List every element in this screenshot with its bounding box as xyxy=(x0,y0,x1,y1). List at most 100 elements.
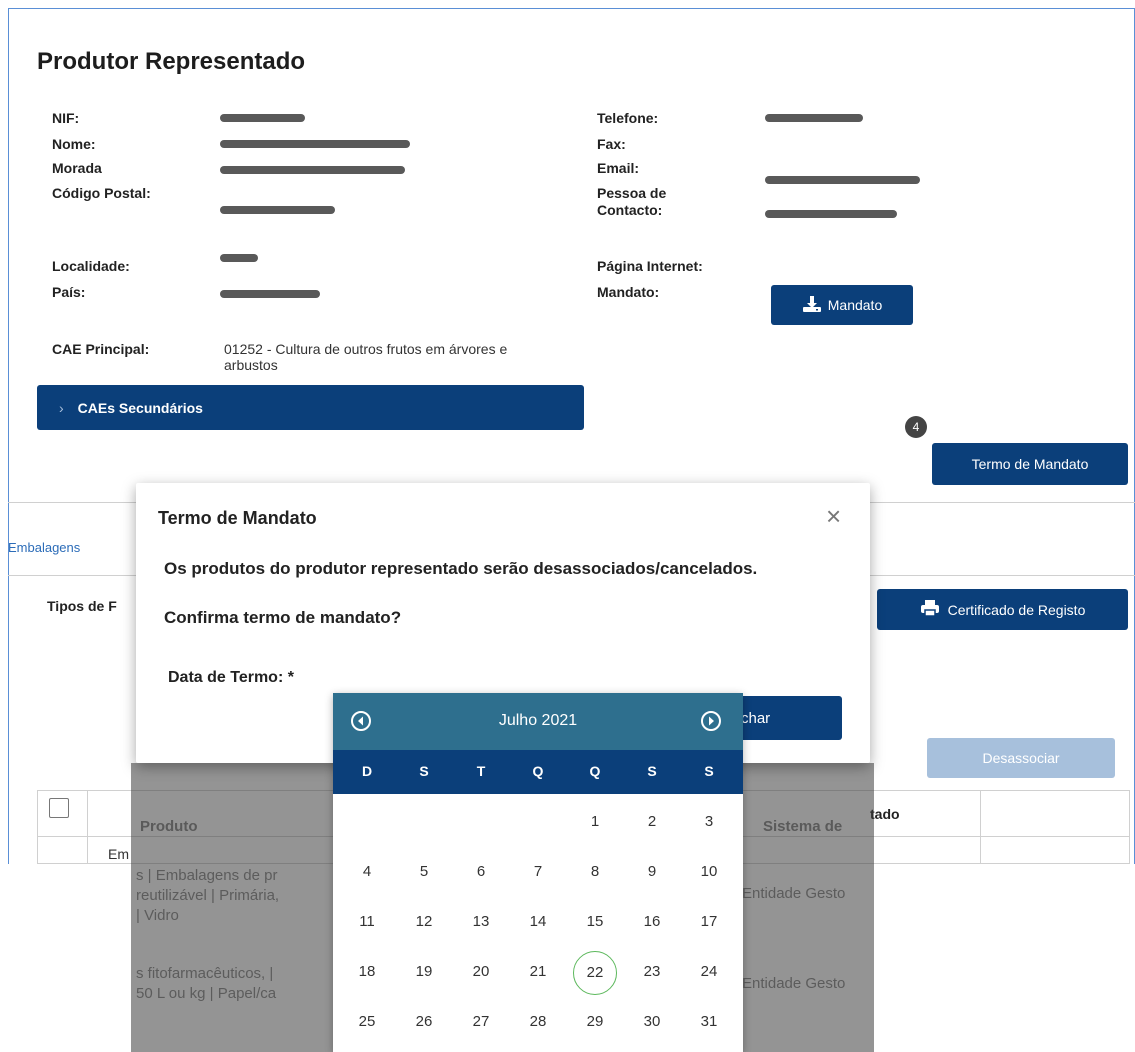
calendar-day[interactable]: 4 xyxy=(338,863,396,880)
row1-product: s | Embalagens de pr reutilizável | Prim… xyxy=(136,866,279,926)
nif-label: NIF: xyxy=(52,110,80,126)
row2-product: s fitofarmacêuticos, | 50 L ou kg | Pape… xyxy=(136,964,276,1004)
weekday-label: Q xyxy=(532,763,544,779)
calendar-day[interactable]: 20 xyxy=(452,963,510,980)
row1-product-line: reutilizável | Primária, xyxy=(136,887,280,904)
calendar-day[interactable]: 1 xyxy=(566,813,624,830)
date-picker: Julho 2021 DSTQQSS 1 2 3 4 5 6 7 8 9 10 11 12 13 14 15… xyxy=(333,693,743,1052)
calendar-day[interactable]: 31 xyxy=(680,1013,738,1030)
calendar-day[interactable]: 10 xyxy=(680,863,738,880)
calendar-header: Julho 2021 xyxy=(333,693,743,750)
row1-product-line: s | Embalagens de pr xyxy=(136,867,278,884)
nome-value-redacted xyxy=(220,140,410,148)
calendar-day[interactable]: 9 xyxy=(623,863,681,880)
page-title: Produtor Representado xyxy=(37,48,306,75)
morada-value-redacted xyxy=(220,166,405,174)
certificado-registo-button[interactable]: Certificado de Registo xyxy=(877,589,1128,630)
mandato-download-button[interactable]: Mandato xyxy=(771,285,913,325)
calendar-day[interactable]: 19 xyxy=(395,963,453,980)
desassociar-button[interactable]: Desassociar xyxy=(927,738,1115,778)
telefone-label: Telefone: xyxy=(597,110,659,126)
row2-product-line: 50 L ou kg | Papel/ca xyxy=(136,985,277,1002)
calendar-day[interactable]: 11 xyxy=(338,913,396,930)
calendar-day[interactable]: 8 xyxy=(566,863,624,880)
weekday-label: S xyxy=(647,763,657,779)
localidade-label: Localidade: xyxy=(52,258,130,274)
data-termo-label: Data de Termo: * xyxy=(168,669,294,686)
calendar-day[interactable]: 2 xyxy=(623,813,681,830)
pessoa-contacto-value-redacted xyxy=(765,210,897,218)
tab-embalagens[interactable]: Embalagens xyxy=(8,540,80,555)
row1-sistema: Entidade Gesto xyxy=(742,885,846,902)
calendar-day[interactable]: 15 xyxy=(566,913,624,930)
table-col-divider xyxy=(87,790,88,864)
row2-sistema: Entidade Gesto xyxy=(742,975,846,992)
chevron-right-icon: › xyxy=(59,399,64,416)
download-icon xyxy=(802,295,822,316)
row1-prefix: Em xyxy=(108,846,129,862)
weekday-label: T xyxy=(476,763,486,779)
calendar-day[interactable]: 28 xyxy=(509,1013,567,1030)
nif-value-redacted xyxy=(220,114,305,122)
tipos-label: Tipos de F xyxy=(47,598,117,614)
next-month-icon[interactable] xyxy=(701,711,721,731)
weekday-header: DSTQQSS xyxy=(333,750,743,794)
calendar-day[interactable]: 25 xyxy=(338,1013,396,1030)
pais-value-redacted xyxy=(220,290,320,298)
calendar-day[interactable]: 27 xyxy=(452,1013,510,1030)
calendar-day[interactable]: 5 xyxy=(395,863,453,880)
weekday-label: S xyxy=(704,763,714,779)
telefone-value-redacted xyxy=(765,114,863,122)
calendar-day[interactable]: 6 xyxy=(452,863,510,880)
produto-column-header: Produto xyxy=(140,818,198,835)
row2-product-line: s fitofarmacêuticos, | xyxy=(136,965,274,982)
close-icon[interactable]: × xyxy=(826,501,841,532)
calendar-day[interactable]: 18 xyxy=(338,963,396,980)
estado-column-header: tado xyxy=(870,806,900,822)
table-col-divider xyxy=(980,790,981,864)
calendar-day[interactable]: 13 xyxy=(452,913,510,930)
morada-label: Morada xyxy=(52,160,102,176)
dialog-message-1: Os produtos do produtor representado ser… xyxy=(164,559,758,578)
calendar-day[interactable]: 16 xyxy=(623,913,681,930)
calendar-day-selected[interactable]: 22 xyxy=(573,951,617,995)
caes-secundarios-label: CAEs Secundários xyxy=(77,399,203,416)
dialog-title: Termo de Mandato xyxy=(158,508,317,528)
pais-label: País: xyxy=(52,284,86,300)
sistema-column-header: Sistema de xyxy=(763,818,843,835)
mandato-button-label: Mandato xyxy=(827,297,883,313)
mandato-label: Mandato: xyxy=(597,284,660,300)
step-badge: 4 xyxy=(905,416,927,438)
calendar-day[interactable]: 3 xyxy=(680,813,738,830)
select-all-checkbox[interactable] xyxy=(49,798,69,818)
calendar-day[interactable]: 23 xyxy=(623,963,681,980)
email-value-redacted xyxy=(765,176,920,184)
pagina-internet-label: Página Internet: xyxy=(597,258,703,274)
calendar-day[interactable]: 26 xyxy=(395,1013,453,1030)
cae-principal-value: 01252 - Cultura de outros frutos em árvo… xyxy=(224,341,508,373)
pessoa-contacto-label: Pessoa de Contacto: xyxy=(597,185,667,218)
calendar-day[interactable]: 29 xyxy=(566,1013,624,1030)
calendar-month-label[interactable]: Julho 2021 xyxy=(333,712,743,730)
localidade-value-redacted xyxy=(220,254,258,262)
calendar-day[interactable]: 21 xyxy=(509,963,567,980)
calendar-day[interactable]: 7 xyxy=(509,863,567,880)
termo-de-mandato-button[interactable]: Termo de Mandato xyxy=(932,443,1128,485)
fax-label: Fax: xyxy=(597,136,626,152)
certificado-label: Certificado de Registo xyxy=(947,601,1086,618)
codigo-postal-value-redacted xyxy=(220,206,335,214)
calendar-day[interactable]: 24 xyxy=(680,963,738,980)
calendar-day[interactable]: 17 xyxy=(680,913,738,930)
calendar-day[interactable]: 12 xyxy=(395,913,453,930)
nome-label: Nome: xyxy=(52,136,96,152)
dialog-message-2: Confirma termo de mandato? xyxy=(164,608,402,627)
row1-product-line: | Vidro xyxy=(136,907,179,924)
fechar-button[interactable]: char xyxy=(736,696,842,740)
caes-secundarios-toggle[interactable]: › CAEs Secundários xyxy=(37,385,584,430)
cae-principal-label: CAE Principal: xyxy=(52,341,150,357)
calendar-day[interactable]: 14 xyxy=(509,913,567,930)
codigo-postal-label: Código Postal: xyxy=(52,185,151,201)
weekday-label: D xyxy=(361,763,373,779)
calendar-day[interactable]: 30 xyxy=(623,1013,681,1030)
printer-icon xyxy=(920,599,940,620)
